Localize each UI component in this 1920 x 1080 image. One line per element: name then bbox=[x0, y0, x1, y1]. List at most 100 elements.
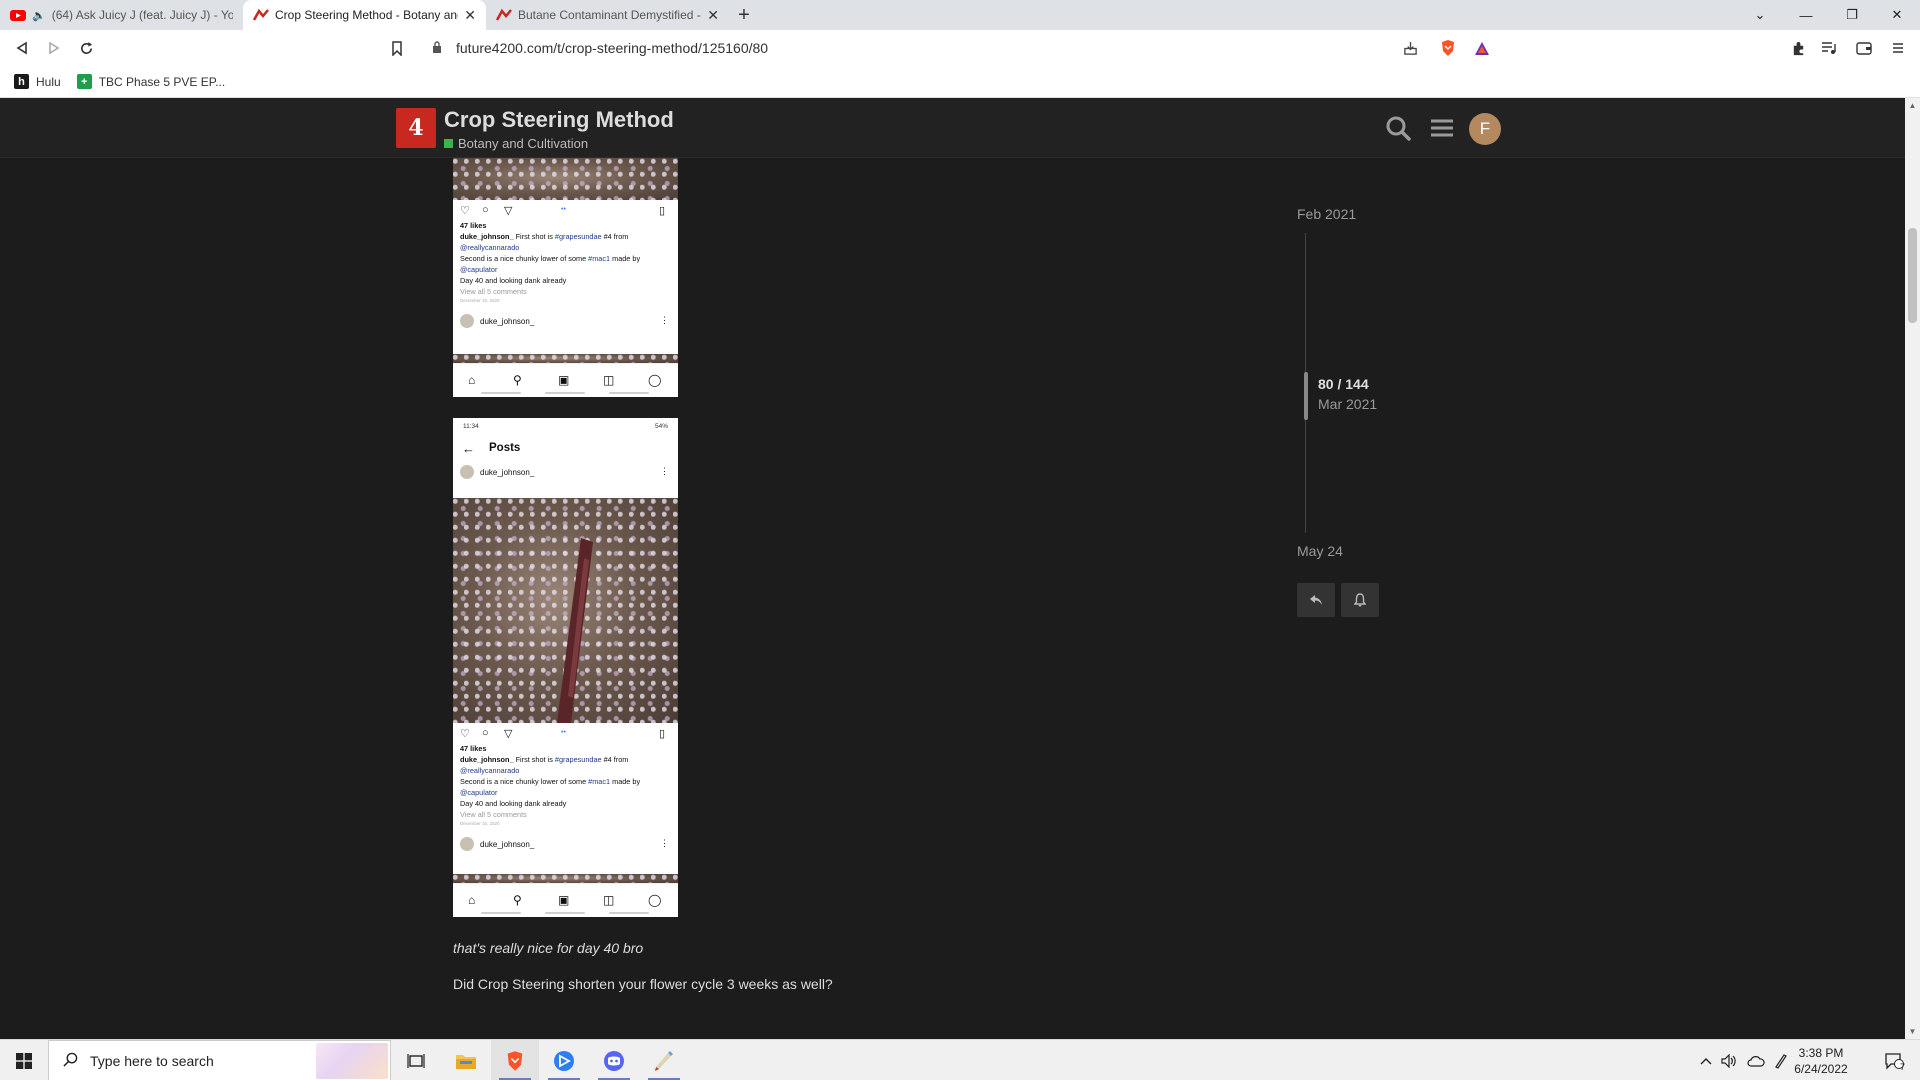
clock-time: 3:38 PM bbox=[1798, 1046, 1844, 1060]
view-comments: View all 5 comments bbox=[460, 287, 527, 296]
notification-button[interactable] bbox=[1341, 583, 1379, 617]
topic-title[interactable]: Crop Steering Method bbox=[444, 107, 674, 133]
gesture-bar bbox=[481, 912, 521, 914]
instagram-screenshot-1[interactable]: ♡ ○ ▽ •• ▯ 47 likes duke_johnson_ First … bbox=[453, 158, 678, 397]
bookmark-hulu[interactable]: h Hulu bbox=[14, 74, 61, 89]
search-placeholder: Type here to search bbox=[90, 1052, 214, 1069]
user-avatar[interactable]: F bbox=[1469, 113, 1501, 145]
show-hidden-icons-chevron[interactable] bbox=[1696, 1040, 1716, 1080]
ig-username: duke_johnson_ bbox=[460, 755, 514, 764]
notification-center-icon[interactable]: 7 bbox=[1876, 1040, 1912, 1080]
share-icon: ▽ bbox=[504, 728, 513, 740]
speaker-icon[interactable]: 🔈 bbox=[32, 9, 46, 22]
tab-title: Crop Steering Method - Botany and Cultiv… bbox=[275, 8, 458, 22]
reels-icon: ▣ bbox=[558, 373, 570, 387]
media-queue-icon[interactable] bbox=[1819, 38, 1839, 58]
lock-icon[interactable] bbox=[432, 40, 448, 56]
brave-rewards-icon[interactable] bbox=[1472, 38, 1492, 58]
reply-button[interactable] bbox=[1297, 583, 1335, 617]
tab-youtube[interactable]: 🔈 (64) Ask Juicy J (feat. Juicy J) - You… bbox=[0, 0, 243, 30]
taskbar-clock[interactable]: 3:38 PM 6/24/2022 bbox=[1786, 1045, 1856, 1077]
notification-count: 7 bbox=[1899, 1062, 1905, 1072]
bookmark-label: TBC Phase 5 PVE EP... bbox=[98, 74, 226, 89]
avatar bbox=[460, 465, 474, 479]
new-tab-button[interactable]: + bbox=[729, 0, 759, 30]
tab-title: Butane Contaminant Demystified - Health bbox=[518, 8, 701, 22]
future4200-icon bbox=[496, 8, 512, 21]
back-icon[interactable] bbox=[12, 38, 32, 58]
ig-bottom-nav: ⌂ ⚲ ▣ ◫ ◯ bbox=[453, 363, 678, 397]
ig-username: duke_johnson_ bbox=[460, 232, 514, 241]
window-close-button[interactable]: ✕ bbox=[1874, 0, 1920, 30]
shop-icon: ◫ bbox=[603, 373, 615, 387]
volume-icon[interactable] bbox=[1718, 1040, 1740, 1080]
chevron-down-icon[interactable]: ⌄ bbox=[1737, 0, 1783, 30]
bluestacks-icon[interactable] bbox=[540, 1040, 588, 1080]
scroll-down-arrow[interactable]: ▼ bbox=[1905, 1024, 1920, 1039]
search-icon[interactable] bbox=[1383, 113, 1413, 143]
timeline-start-date[interactable]: Feb 2021 bbox=[1297, 206, 1356, 222]
brave-browser-icon[interactable] bbox=[491, 1040, 539, 1080]
ig-action-row: ♡ ○ ▽ •• ▯ bbox=[453, 200, 678, 220]
status-battery: 54% bbox=[654, 422, 668, 430]
brave-shield-icon[interactable] bbox=[1438, 38, 1458, 58]
discord-icon[interactable] bbox=[590, 1040, 638, 1080]
site-header: 4 Crop Steering Method Botany and Cultiv… bbox=[0, 98, 1905, 158]
ig-action-row: ♡ ○ ▽ •• ▯ bbox=[453, 723, 678, 743]
task-view-icon[interactable] bbox=[392, 1040, 440, 1080]
mention: @capulator bbox=[460, 788, 498, 797]
mention: @reallycannarado bbox=[460, 243, 520, 252]
avatar bbox=[460, 837, 474, 851]
bookmark-tbc[interactable]: + TBC Phase 5 PVE EP... bbox=[76, 74, 226, 89]
reload-icon[interactable] bbox=[76, 38, 96, 58]
windows-start-button[interactable] bbox=[0, 1040, 48, 1080]
address-bar[interactable]: future4200.com/t/crop-steering-method/12… bbox=[420, 34, 1500, 62]
caption-text: Day 40 and looking dank already bbox=[460, 276, 567, 285]
timeline-end-date[interactable]: May 24 bbox=[1297, 543, 1343, 559]
ig-posts-header: ← Posts bbox=[453, 434, 678, 462]
caption-text: Day 40 and looking dank already bbox=[460, 799, 567, 808]
file-explorer-icon[interactable] bbox=[442, 1040, 490, 1080]
hashtag: #mac1 bbox=[588, 777, 611, 786]
close-icon[interactable]: ✕ bbox=[707, 7, 719, 24]
arrow-left-icon: ← bbox=[462, 440, 475, 456]
timeline-position: 80 / 144 bbox=[1318, 376, 1369, 392]
page-scrollbar[interactable]: ▲ ▼ bbox=[1905, 98, 1920, 1039]
paint-app-icon[interactable] bbox=[640, 1040, 688, 1080]
caption-text: First shot is bbox=[515, 232, 553, 241]
close-icon[interactable]: ✕ bbox=[464, 7, 476, 24]
tab-crop-steering[interactable]: Crop Steering Method - Botany and Cultiv… bbox=[243, 0, 486, 30]
bookmarks-bar: h Hulu + TBC Phase 5 PVE EP... bbox=[0, 66, 1920, 98]
wallet-icon[interactable] bbox=[1854, 38, 1874, 58]
cannabis-photo bbox=[453, 158, 678, 200]
hashtag: #grapesundae bbox=[554, 232, 602, 241]
install-app-icon[interactable] bbox=[1400, 38, 1420, 58]
timeline-scroll-handle[interactable] bbox=[1304, 372, 1308, 420]
taskbar-search-input[interactable]: Type here to search bbox=[48, 1040, 391, 1080]
category-link[interactable]: Botany and Cultivation bbox=[444, 136, 588, 151]
ruler-stick bbox=[557, 538, 593, 723]
restore-button[interactable]: ❐ bbox=[1829, 0, 1875, 30]
scroll-up-arrow[interactable]: ▲ bbox=[1905, 98, 1920, 113]
gesture-bar bbox=[545, 392, 585, 394]
tab-butane[interactable]: Butane Contaminant Demystified - Health … bbox=[486, 0, 729, 30]
hamburger-menu-icon[interactable] bbox=[1427, 113, 1457, 143]
comment-icon: ○ bbox=[482, 204, 489, 216]
cannabis-photo bbox=[453, 354, 678, 363]
caption-text: #4 from bbox=[603, 755, 629, 764]
site-logo[interactable]: 4 bbox=[396, 108, 436, 148]
browser-tab-bar: 🔈 (64) Ask Juicy J (feat. Juicy J) - You… bbox=[0, 0, 1920, 30]
instagram-screenshot-2[interactable]: 11:34 54% ← Posts duke_johnson_ ⋮ ♡ ○ ▽ … bbox=[453, 418, 678, 917]
scrollbar-thumb[interactable] bbox=[1908, 228, 1917, 323]
bookmark-icon[interactable] bbox=[387, 38, 407, 58]
forward-icon[interactable] bbox=[44, 38, 64, 58]
post-date: December 10, 2020 bbox=[460, 298, 500, 303]
minimize-button[interactable]: — bbox=[1783, 0, 1829, 30]
mention: @capulator bbox=[460, 265, 498, 274]
menu-icon[interactable] bbox=[1888, 38, 1908, 58]
onedrive-cloud-icon[interactable] bbox=[1744, 1040, 1768, 1080]
extensions-icon[interactable] bbox=[1788, 38, 1808, 58]
windows-logo-icon bbox=[16, 1052, 32, 1069]
view-comments: View all 5 comments bbox=[460, 810, 527, 819]
more-icon: ⋮ bbox=[660, 315, 669, 325]
